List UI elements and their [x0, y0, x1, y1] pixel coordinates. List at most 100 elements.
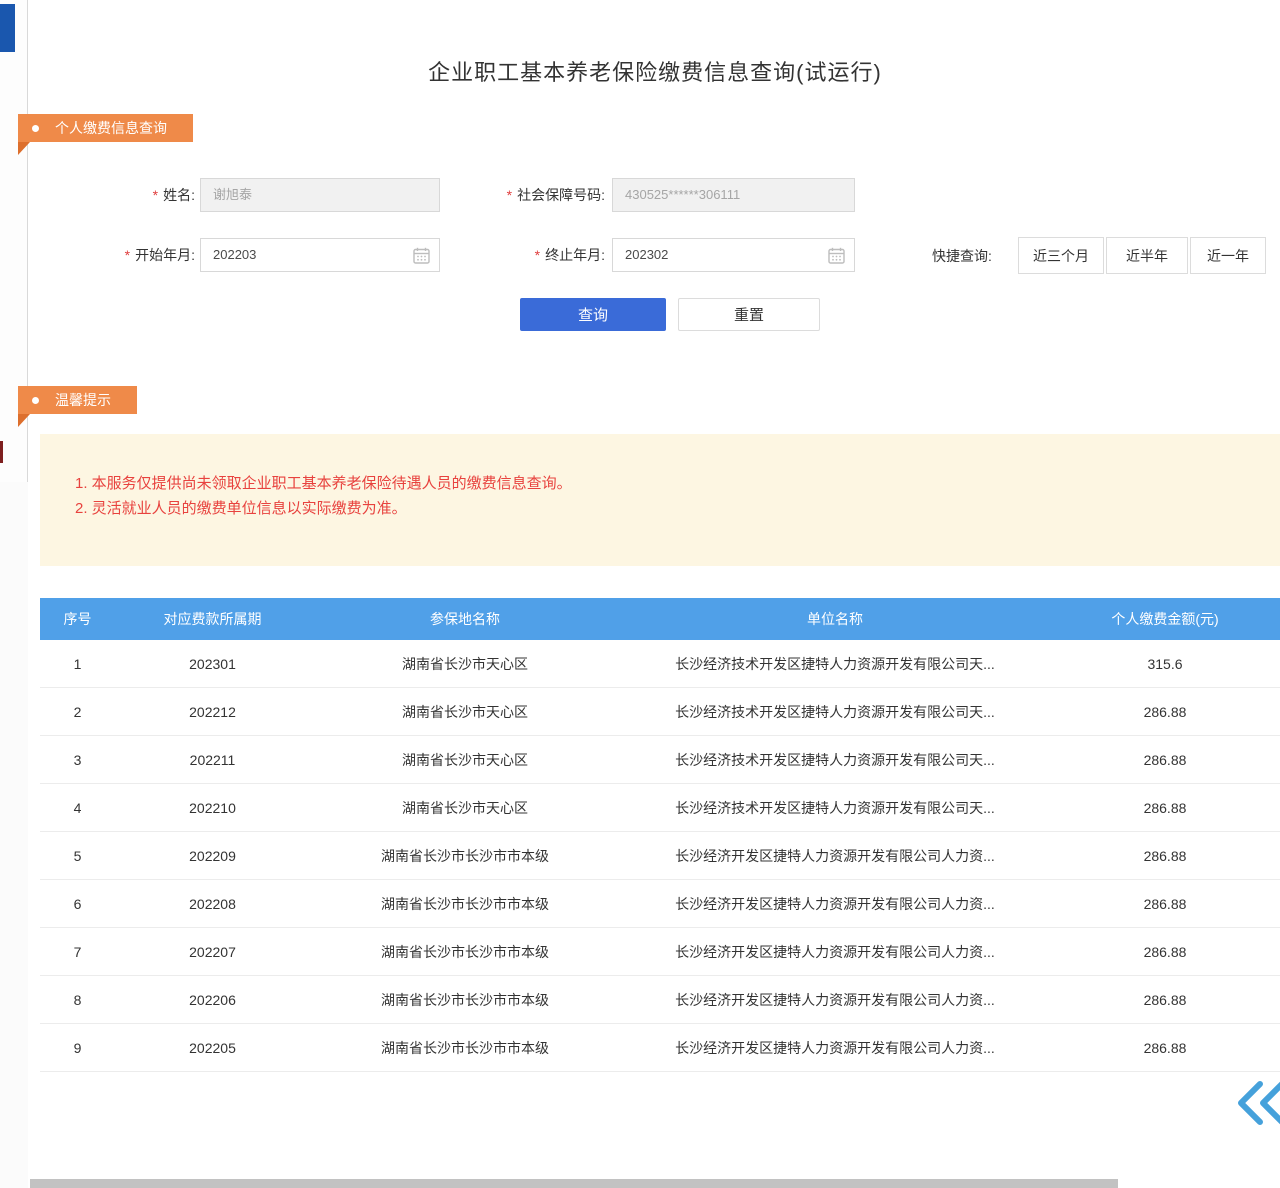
table-cell: 8	[40, 992, 115, 1008]
table-row: 5202209湖南省长沙市长沙市市本级长沙经济开发区捷特人力资源开发有限公司人力…	[40, 832, 1280, 880]
table-cell: 长沙经济开发区捷特人力资源开发有限公司人力资...	[620, 894, 1050, 914]
table-cell: 286.88	[1050, 1040, 1280, 1056]
table-row: 1202301湖南省长沙市天心区长沙经济技术开发区捷特人力资源开发有限公司天..…	[40, 640, 1280, 688]
page: 企业职工基本养老保险缴费信息查询(试运行) 个人缴费信息查询 *姓名: 谢旭泰 …	[0, 0, 1280, 1188]
name-value: 谢旭泰	[213, 187, 252, 202]
payments-table: 序号 对应费款所属期 参保地名称 单位名称 个人缴费金额(元) 1202301湖…	[40, 598, 1280, 1072]
table-row: 3202211湖南省长沙市天心区长沙经济技术开发区捷特人力资源开发有限公司天..…	[40, 736, 1280, 784]
col-header-region: 参保地名称	[310, 609, 620, 629]
table-cell: 长沙经济技术开发区捷特人力资源开发有限公司天...	[620, 798, 1050, 818]
horizontal-scrollbar[interactable]	[30, 1179, 1118, 1188]
table-cell: 202208	[115, 896, 310, 912]
bullet-icon	[32, 397, 39, 404]
quick-query-label: 快捷查询:	[932, 238, 992, 274]
table-cell: 长沙经济技术开发区捷特人力资源开发有限公司天...	[620, 702, 1050, 722]
table-row: 4202210湖南省长沙市天心区长沙经济技术开发区捷特人力资源开发有限公司天..…	[40, 784, 1280, 832]
table-cell: 2	[40, 704, 115, 720]
notice-line: 1. 本服务仅提供尚未领取企业职工基本养老保险待遇人员的缴费信息查询。	[75, 471, 1260, 496]
start-date-field[interactable]: 202203	[200, 238, 440, 272]
ribbon-fold	[18, 414, 30, 427]
table-cell: 湖南省长沙市天心区	[310, 798, 620, 818]
col-header-index: 序号	[40, 609, 115, 629]
table-row: 6202208湖南省长沙市长沙市市本级长沙经济开发区捷特人力资源开发有限公司人力…	[40, 880, 1280, 928]
double-chevron-left-icon[interactable]	[1236, 1080, 1280, 1126]
name-field[interactable]: 谢旭泰	[200, 178, 440, 212]
table-cell: 湖南省长沙市长沙市市本级	[310, 846, 620, 866]
table-cell: 长沙经济开发区捷特人力资源开发有限公司人力资...	[620, 942, 1050, 962]
ssn-label: *社会保障号码:	[450, 178, 605, 212]
search-button[interactable]: 查询	[520, 298, 666, 331]
table-cell: 长沙经济技术开发区捷特人力资源开发有限公司天...	[620, 654, 1050, 674]
table-cell: 202207	[115, 944, 310, 960]
required-asterisk: *	[125, 247, 130, 263]
table-cell: 5	[40, 848, 115, 864]
table-header-row: 序号 对应费款所属期 参保地名称 单位名称 个人缴费金额(元)	[40, 598, 1280, 640]
ssn-value: 430525******306111	[625, 187, 740, 202]
table-cell: 湖南省长沙市天心区	[310, 750, 620, 770]
table-cell: 1	[40, 656, 115, 672]
section-title: 个人缴费信息查询	[55, 118, 167, 138]
table-cell: 202212	[115, 704, 310, 720]
table-cell: 长沙经济开发区捷特人力资源开发有限公司人力资...	[620, 990, 1050, 1010]
end-date-label: *终止年月:	[490, 238, 605, 272]
section-header-tips: 温馨提示	[18, 386, 137, 414]
bullet-icon	[32, 125, 39, 132]
table-cell: 286.88	[1050, 896, 1280, 912]
table-cell: 长沙经济开发区捷特人力资源开发有限公司人力资...	[620, 846, 1050, 866]
required-asterisk: *	[507, 187, 512, 203]
table-cell: 6	[40, 896, 115, 912]
table-cell: 202205	[115, 1040, 310, 1056]
table-row: 7202207湖南省长沙市长沙市市本级长沙经济开发区捷特人力资源开发有限公司人力…	[40, 928, 1280, 976]
calendar-icon[interactable]	[828, 247, 845, 264]
table-cell: 286.88	[1050, 848, 1280, 864]
table-cell: 湖南省长沙市长沙市市本级	[310, 942, 620, 962]
reset-button[interactable]: 重置	[678, 298, 820, 331]
page-title: 企业职工基本养老保险缴费信息查询(试运行)	[30, 55, 1280, 87]
table-body: 1202301湖南省长沙市天心区长沙经济技术开发区捷特人力资源开发有限公司天..…	[40, 640, 1280, 1072]
col-header-period: 对应费款所属期	[115, 609, 310, 629]
table-cell: 202206	[115, 992, 310, 1008]
table-cell: 286.88	[1050, 752, 1280, 768]
notice-line: 2. 灵活就业人员的缴费单位信息以实际缴费为准。	[75, 496, 1260, 521]
table-cell: 3	[40, 752, 115, 768]
table-cell: 286.88	[1050, 992, 1280, 1008]
section-title: 温馨提示	[55, 390, 111, 410]
table-cell: 7	[40, 944, 115, 960]
table-cell: 湖南省长沙市天心区	[310, 702, 620, 722]
ssn-field[interactable]: 430525******306111	[612, 178, 855, 212]
table-cell: 长沙经济技术开发区捷特人力资源开发有限公司天...	[620, 750, 1050, 770]
table-cell: 湖南省长沙市长沙市市本级	[310, 894, 620, 914]
name-label: *姓名:	[100, 178, 195, 212]
left-edge-mark	[0, 441, 3, 463]
table-row: 9202205湖南省长沙市长沙市市本级长沙经济开发区捷特人力资源开发有限公司人力…	[40, 1024, 1280, 1072]
col-header-amount: 个人缴费金额(元)	[1050, 609, 1280, 629]
quick-1year-button[interactable]: 近一年	[1190, 237, 1266, 274]
calendar-icon[interactable]	[413, 247, 430, 264]
sidebar-blue-tab[interactable]	[0, 4, 15, 52]
start-date-label: *开始年月:	[85, 238, 195, 272]
end-date-field[interactable]: 202302	[612, 238, 855, 272]
table-cell: 286.88	[1050, 704, 1280, 720]
table-row: 8202206湖南省长沙市长沙市市本级长沙经济开发区捷特人力资源开发有限公司人力…	[40, 976, 1280, 1024]
ribbon-fold	[18, 142, 30, 155]
table-cell: 286.88	[1050, 944, 1280, 960]
table-cell: 202211	[115, 752, 310, 768]
table-cell: 湖南省长沙市长沙市市本级	[310, 990, 620, 1010]
quick-halfyear-button[interactable]: 近半年	[1106, 237, 1188, 274]
col-header-company: 单位名称	[620, 609, 1050, 629]
notice-box: 1. 本服务仅提供尚未领取企业职工基本养老保险待遇人员的缴费信息查询。 2. 灵…	[40, 434, 1280, 566]
quick-3months-button[interactable]: 近三个月	[1018, 237, 1104, 274]
start-date-value: 202203	[213, 247, 256, 262]
table-cell: 202209	[115, 848, 310, 864]
table-cell: 湖南省长沙市天心区	[310, 654, 620, 674]
table-cell: 4	[40, 800, 115, 816]
table-row: 2202212湖南省长沙市天心区长沙经济技术开发区捷特人力资源开发有限公司天..…	[40, 688, 1280, 736]
end-date-value: 202302	[625, 247, 668, 262]
section-header-personal-query: 个人缴费信息查询	[18, 114, 193, 142]
table-cell: 202210	[115, 800, 310, 816]
table-cell: 长沙经济开发区捷特人力资源开发有限公司人力资...	[620, 1038, 1050, 1058]
table-cell: 湖南省长沙市长沙市市本级	[310, 1038, 620, 1058]
table-cell: 202301	[115, 656, 310, 672]
table-cell: 9	[40, 1040, 115, 1056]
required-asterisk: *	[535, 247, 540, 263]
